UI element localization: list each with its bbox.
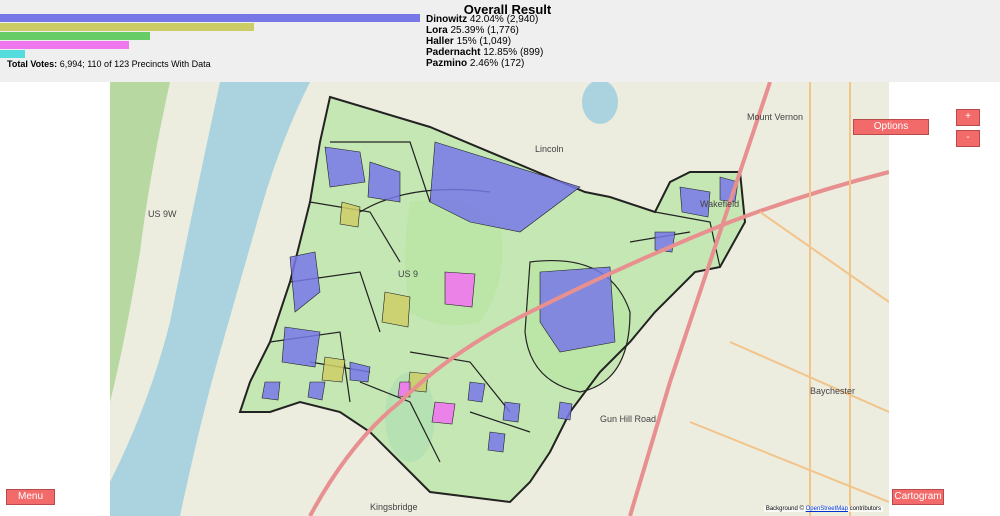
label-gun-hill: Gun Hill Road bbox=[600, 414, 656, 424]
label-kingsbridge: Kingsbridge bbox=[370, 502, 418, 512]
bar-pazmino bbox=[0, 50, 25, 58]
label-wakefield: Wakefield bbox=[700, 199, 739, 209]
total-votes-value: 6,994; 110 of 123 Precincts With Data bbox=[59, 59, 211, 69]
label-us9: US 9 bbox=[398, 269, 418, 279]
candidate-pct: 12.85% bbox=[483, 47, 518, 58]
candidate-row-lora: Lora 25.39% (1,776) bbox=[426, 25, 543, 36]
osm-link[interactable]: OpenStreetMap bbox=[806, 506, 848, 512]
candidate-votes: (172) bbox=[501, 58, 525, 69]
label-mount-vernon: Mount Vernon bbox=[747, 112, 803, 122]
cartogram-button[interactable]: Cartogram bbox=[892, 489, 944, 505]
bar-dinowitz bbox=[0, 14, 421, 22]
candidate-votes: (899) bbox=[519, 47, 544, 58]
total-votes-label: Total Votes: bbox=[7, 59, 58, 69]
label-us9w: US 9W bbox=[148, 209, 177, 219]
lake-north bbox=[582, 82, 618, 124]
candidate-pct: 15% bbox=[456, 36, 477, 47]
candidate-votes: (1,049) bbox=[479, 36, 512, 47]
candidate-row-dinowitz: Dinowitz 42.04% (2,940) bbox=[426, 14, 543, 25]
label-baychester: Baychester bbox=[810, 386, 855, 396]
label-lincoln: Lincoln bbox=[535, 144, 564, 154]
candidate-name: Dinowitz bbox=[426, 14, 468, 25]
bar-lora bbox=[0, 23, 254, 31]
zoom-out-button[interactable]: - bbox=[956, 130, 980, 147]
bar-padernacht bbox=[0, 41, 129, 49]
candidate-name: Lora bbox=[426, 25, 448, 36]
zoom-in-button[interactable]: + bbox=[956, 109, 980, 126]
options-button[interactable]: Options bbox=[853, 119, 929, 135]
candidate-row-pazmino: Pazmino 2.46% (172) bbox=[426, 58, 543, 69]
candidate-name: Padernacht bbox=[426, 47, 481, 58]
map-attribution: Background © OpenStreetMap contributors bbox=[763, 506, 883, 512]
attribution-prefix: Background © bbox=[765, 506, 804, 512]
menu-button[interactable]: Menu bbox=[6, 489, 55, 505]
attribution-suffix: contributors bbox=[849, 506, 881, 512]
candidate-row-padernacht: Padernacht 12.85% (899) bbox=[426, 47, 543, 58]
map-view[interactable]: Mount Vernon Wakefield Baychester Gun Hi… bbox=[110, 82, 889, 516]
candidate-pct: 2.46% bbox=[469, 58, 499, 69]
total-votes: Total Votes: 6,994; 110 of 123 Precincts… bbox=[7, 59, 211, 69]
bar-haller bbox=[0, 32, 150, 40]
candidate-list: Dinowitz 42.04% (2,940) Lora 25.39% (1,7… bbox=[426, 14, 543, 69]
candidate-votes: (2,940) bbox=[506, 14, 539, 25]
candidate-name: Haller bbox=[426, 36, 454, 47]
candidate-pct: 42.04% bbox=[469, 14, 504, 25]
map-canvas[interactable]: Mount Vernon Wakefield Baychester Gun Hi… bbox=[110, 82, 889, 516]
candidate-name: Pazmino bbox=[426, 58, 468, 69]
candidate-votes: (1,776) bbox=[487, 25, 519, 36]
candidate-pct: 25.39% bbox=[450, 25, 485, 36]
candidate-row-haller: Haller 15% (1,049) bbox=[426, 36, 543, 47]
results-panel: Overall Result Dinowitz 42.04% (2,940) L… bbox=[0, 0, 1000, 82]
